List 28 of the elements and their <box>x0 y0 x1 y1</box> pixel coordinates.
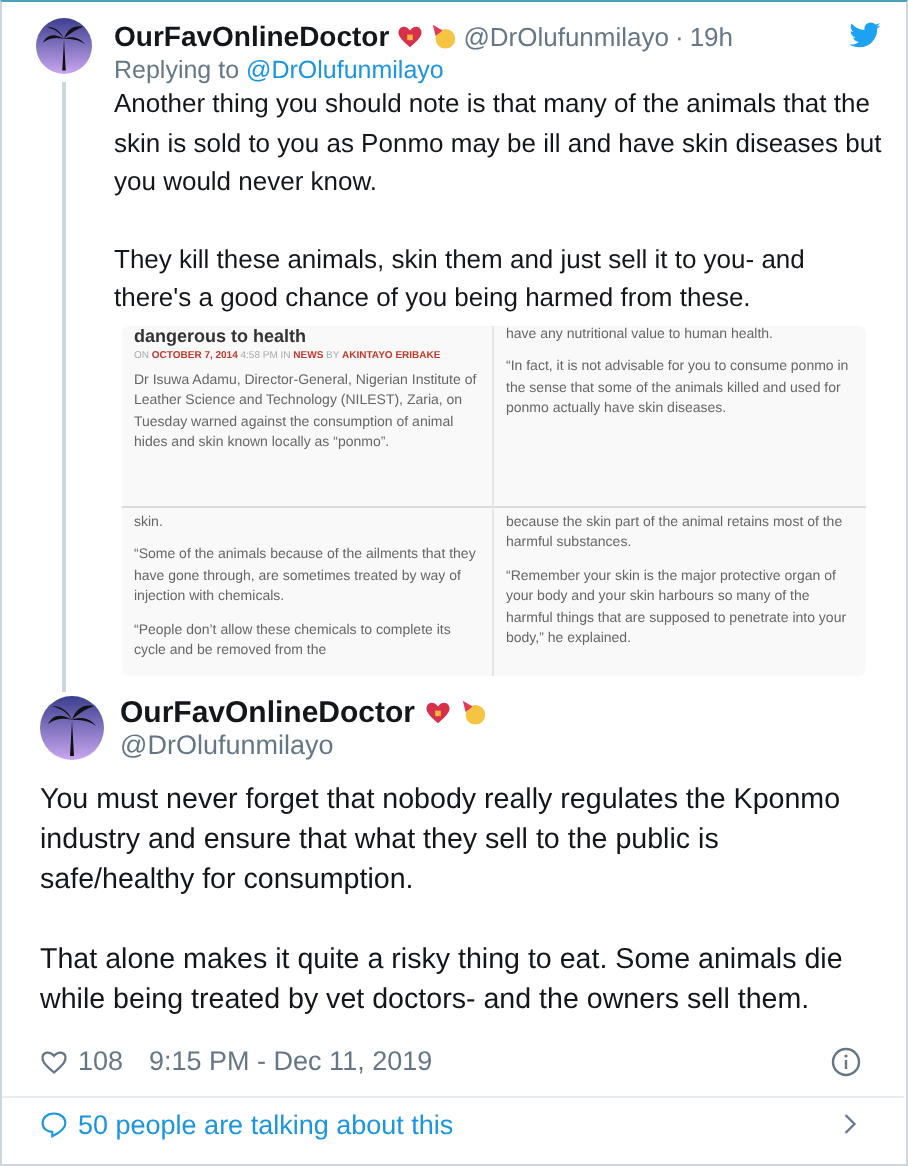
user-handle[interactable]: @DrOlufunmilayo <box>120 729 488 759</box>
avatar-icon[interactable] <box>36 18 92 74</box>
tweet-text: They kill these animals, skin them and just sell it to you- and there's a good chance of you being harmed from these. <box>114 241 807 316</box>
bird-icon[interactable] <box>848 22 882 50</box>
article-screenshot[interactable] <box>122 325 866 675</box>
party-face-icon <box>429 22 458 50</box>
mention-link[interactable]: @DrOlufunmilayo <box>246 56 444 84</box>
replying-label: Replying to <box>114 56 240 84</box>
user-name[interactable]: OurFavOnlineDoctor <box>114 20 390 52</box>
tweet-text: That alone makes it quite a risky thing to eat. Some animals die while being treated by vet doctors- and the owners sell them. <box>40 941 845 1019</box>
chevron-right-icon <box>842 1112 858 1136</box>
tweet-time[interactable]: 19h <box>689 21 734 51</box>
conversation-link[interactable]: 50 people are talking about this <box>2 1095 904 1147</box>
party-face-icon <box>459 698 488 726</box>
heart-icon <box>423 698 452 726</box>
heart-icon <box>395 22 424 50</box>
heart-outline-icon[interactable] <box>40 1047 68 1075</box>
separator: · <box>674 21 684 51</box>
avatar-icon[interactable] <box>40 695 104 759</box>
like-count: 108 <box>78 1046 124 1076</box>
article-heading: dangerous to health <box>134 325 309 345</box>
tweet-timestamp[interactable]: 9:15 PM - Dec 11, 2019 <box>149 1046 433 1076</box>
info-icon[interactable] <box>830 1045 862 1077</box>
tweet-text: You must never forget that nobody really regulates the Kponmo industry and ensure that what they sell to the public is safe/healthy for consumption. <box>40 781 843 899</box>
tweet-text: Another thing you should note is that many of the animals that the skin is sold to you as Ponmo may be ill and have skin diseases but you would never know. <box>114 86 884 200</box>
user-name[interactable]: OurFavOnlineDoctor <box>120 695 416 729</box>
user-handle[interactable]: @DrOlufunmilayo <box>463 21 669 51</box>
speech-bubble-icon <box>40 1110 68 1138</box>
